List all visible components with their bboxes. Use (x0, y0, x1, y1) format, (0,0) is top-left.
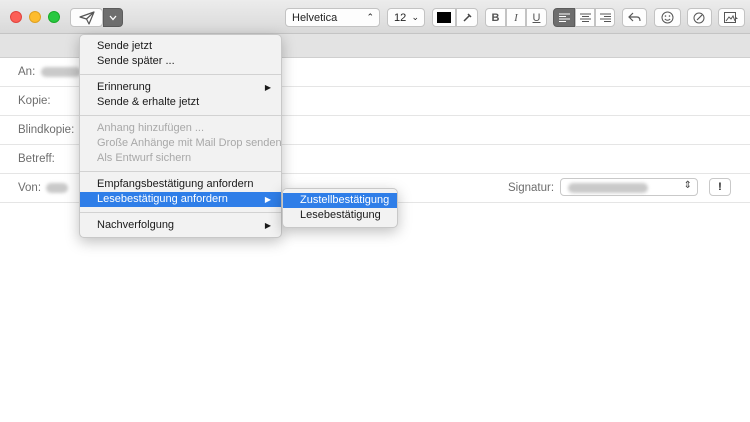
to-recipient-redacted (41, 67, 81, 77)
smiley-icon (661, 11, 674, 24)
chevron-down-icon (109, 15, 117, 20)
signature-label: Signatur: (508, 182, 555, 194)
submenu-arrow-icon: ▶ (264, 83, 271, 92)
submenu-item-read-confirmation[interactable]: Lesebestätigung (283, 208, 397, 223)
menu-item-send-now[interactable]: Sende jetzt (80, 39, 281, 54)
align-center-button[interactable] (575, 8, 595, 27)
submenu-item-delivery-confirmation[interactable]: Zustellbestätigung (283, 193, 397, 208)
italic-button[interactable]: I (506, 8, 526, 27)
menu-item-request-read-receipt[interactable]: Lesebestätigung anfordern ▶ (80, 192, 281, 207)
menu-item-send-later[interactable]: Sende später ... (80, 54, 281, 69)
align-center-icon (579, 13, 591, 22)
menu-item-reminder[interactable]: Erinnerung ▶ (80, 80, 281, 95)
font-size-value: 12 (394, 11, 407, 24)
menu-item-label: Lesebestätigung anfordern (97, 193, 228, 205)
align-right-button[interactable] (595, 8, 615, 27)
paper-plane-icon (78, 10, 95, 25)
menu-item-save-draft: Als Entwurf sichern (97, 152, 192, 164)
menu-separator (80, 74, 281, 75)
reply-arrow-icon (628, 12, 641, 22)
text-color-swatch (437, 12, 451, 23)
photo-icon (724, 12, 738, 23)
text-color-button[interactable] (432, 8, 456, 27)
priority-button[interactable]: ! (709, 178, 731, 196)
menu-item-follow-up[interactable]: Nachverfolgung ▶ (80, 218, 281, 233)
select-arrows-icon: ⌃ (366, 12, 374, 22)
signature-select[interactable]: ⇕ (560, 178, 698, 196)
chevron-down-icon: ⌄ (411, 12, 419, 22)
font-family-value: Helvetica (292, 11, 338, 24)
bold-button[interactable]: B (485, 8, 506, 27)
highlight-color-button[interactable] (456, 8, 478, 27)
close-window-button[interactable] (10, 11, 22, 23)
from-account-redacted[interactable] (46, 183, 68, 193)
align-left-button[interactable] (553, 8, 575, 27)
align-left-icon (558, 13, 570, 22)
send-options-menu: Sende jetzt Sende später ... Erinnerung … (79, 34, 282, 238)
reply-button[interactable] (622, 8, 647, 27)
subject-label: Betreff: (18, 153, 55, 165)
font-size-select[interactable]: 12 ⌄ (387, 8, 425, 27)
menu-item-label: Erinnerung (97, 81, 151, 93)
from-label: Von: (18, 182, 42, 194)
signature-value-redacted (568, 183, 648, 193)
markup-button[interactable] (687, 8, 712, 27)
send-button[interactable] (70, 8, 103, 27)
font-family-select[interactable]: Helvetica ⌃ (285, 8, 380, 27)
bcc-label: Blindkopie: (18, 124, 75, 136)
photo-browser-button[interactable] (718, 8, 745, 27)
read-receipt-submenu: Zustellbestätigung Lesebestätigung (282, 188, 398, 228)
menu-separator (80, 171, 281, 172)
align-right-icon (599, 13, 611, 22)
menu-item-add-attachment: Anhang hinzufügen ... (97, 122, 205, 134)
markup-pen-icon (693, 12, 704, 23)
emoji-button[interactable] (654, 8, 681, 27)
cc-label: Kopie: (18, 95, 51, 107)
menu-item-mail-drop: Große Anhänge mit Mail Drop senden (97, 137, 282, 149)
underline-button[interactable]: U (526, 8, 547, 27)
eyedropper-icon (462, 13, 472, 22)
zoom-window-button[interactable] (48, 11, 60, 23)
submenu-arrow-icon: ▶ (264, 221, 271, 230)
minimize-window-button[interactable] (29, 11, 41, 23)
menu-separator (80, 115, 281, 116)
send-options-button[interactable] (103, 8, 123, 27)
select-arrows-icon: ⇕ (683, 180, 692, 191)
window-toolbar: Helvetica ⌃ 12 ⌄ B I U (0, 0, 750, 34)
submenu-arrow-icon: ▶ (264, 195, 271, 204)
menu-item-request-delivery-receipt[interactable]: Empfangsbestätigung anfordern (80, 177, 281, 192)
menu-item-label: Nachverfolgung (97, 219, 175, 231)
menu-separator (80, 212, 281, 213)
to-label: An: (18, 66, 36, 78)
menu-item-send-receive-now[interactable]: Sende & erhalte jetzt (80, 95, 281, 110)
